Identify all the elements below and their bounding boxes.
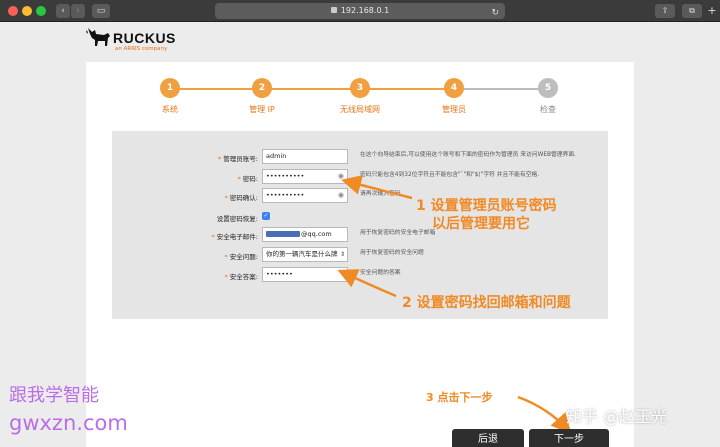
minimize-window-button[interactable] [22,6,32,16]
annotation-3: 3 点击下一步 [426,391,493,404]
admin-name-row: * 管理员账号: admin 在这个向导结束后,可以使用这个账号和下面的密码作为管… [112,149,608,167]
admin-name-label: * 管理员账号: [218,155,258,163]
eye-icon[interactable]: ◉ [338,189,344,202]
step-number: 2 [252,78,272,98]
security-question-select[interactable]: 你的第一辆汽车是什么牌 ⇕ [262,247,348,262]
question-row: * 安全问题: 你的第一辆汽车是什么牌 ⇕ 用于恢复密码的安全问题 [112,247,608,265]
address-bar[interactable]: 192.168.0.1 ↻ [215,3,505,19]
back-button-wizard[interactable]: 后退 [452,429,524,447]
sidebar-icon[interactable]: ▭ [92,4,110,18]
step-number: 5 [538,78,558,98]
step-number: 1 [160,78,180,98]
step-label: 系统 [162,105,178,114]
question-hint: 用于恢复密码的安全问题 [360,250,424,256]
url-text: 192.168.0.1 [340,6,390,15]
tabs-icon[interactable]: ⧉ [682,4,702,18]
password-row: * 密码: •••••••••• ◉ 密码只能包含4到32位字符且不能包含"`"和"… [112,169,608,187]
recovery-label: 设置密码恢复: [216,215,258,223]
share-icon[interactable]: ⇧ [655,4,675,18]
annotation-2: 2 设置密码找回邮箱和问题 [402,295,571,311]
admin-form: * 管理员账号: admin 在这个向导结束后,可以使用这个账号和下面的密码作为管… [112,131,608,319]
wizard-stepper: 1 系统 2 管理 IP 3 无线局域网 4 管理员 5 检查 [86,75,634,115]
recovery-checkbox[interactable]: ✓ [262,212,270,220]
password-hint: 密码只能包含4到32位字符且不能包含"`"和"$("字符 并且不能有空格. [360,172,540,178]
password-label: * 密码: [237,175,258,183]
admin-name-input[interactable]: admin [262,149,348,164]
lock-icon [330,7,337,13]
email-input[interactable]: @qq.com [262,227,348,242]
answer-row: * 安全答案: ••••••• 安全问题的答案 [112,267,608,285]
brand-name: RUCKUS [113,30,176,46]
watermark-zhihu: 知乎 @赵玉光 [566,407,668,426]
answer-label: * 安全答案: [224,273,258,281]
page-header: RUCKUS an ARRIS company [0,22,720,62]
step-management-ip: 2 管理 IP [227,75,297,115]
answer-hint: 安全问题的答案 [360,270,401,276]
reload-icon[interactable]: ↻ [491,5,499,21]
email-row: * 安全电子邮件: @qq.com 用于恢复密码的安全电子邮箱 [112,227,608,245]
forward-button[interactable]: › [71,4,85,18]
chevron-updown-icon: ⇕ [339,251,345,258]
security-answer-input[interactable]: ••••••• [262,267,348,282]
wizard-card: 1 系统 2 管理 IP 3 无线局域网 4 管理员 5 检查 * 管理员账号: … [86,62,634,447]
close-window-button[interactable] [8,6,18,16]
back-button[interactable]: ‹ [56,4,70,18]
step-wlan: 3 无线局域网 [325,75,395,115]
watermark-url: gwxzn.com [9,411,128,435]
watermark-title: 跟我学智能 [9,385,99,406]
annotation-1: 1 设置管理员账号密码 [416,198,557,214]
step-admin: 4 管理员 [419,75,489,115]
annotation-1-line2: 以后管理要用它 [432,216,530,232]
confirm-password-input[interactable]: •••••••••• ◉ [262,188,348,203]
ruckus-logo: RUCKUS an ARRIS company [86,24,186,58]
step-number: 4 [444,78,464,98]
step-label: 检查 [540,105,556,114]
new-tab-icon[interactable]: + [706,4,718,18]
zoom-window-button[interactable] [36,6,46,16]
browser-toolbar: ‹ › ▭ 192.168.0.1 ↻ ⇧ ⧉ + [0,0,720,22]
step-system: 1 系统 [135,75,205,115]
email-label: * 安全电子邮件: [211,233,258,241]
step-review: 5 检查 [513,75,583,115]
confirm-label: * 密码确认: [224,194,258,202]
question-label: * 安全问题: [224,253,258,261]
step-label: 管理 IP [249,105,275,114]
step-label: 管理员 [442,105,466,114]
dog-logo-icon [86,28,110,46]
password-input[interactable]: •••••••••• ◉ [262,169,348,184]
admin-name-hint: 在这个向导结束后,可以使用这个账号和下面的密码作为管理员 来访问WEB管理界面. [360,152,576,158]
redaction-mark [266,231,300,237]
eye-icon[interactable]: ◉ [338,170,344,183]
brand-tagline: an ARRIS company [115,46,168,52]
step-number: 3 [350,78,370,98]
next-button[interactable]: 下一步 [529,429,609,447]
step-label: 无线局域网 [340,105,380,114]
